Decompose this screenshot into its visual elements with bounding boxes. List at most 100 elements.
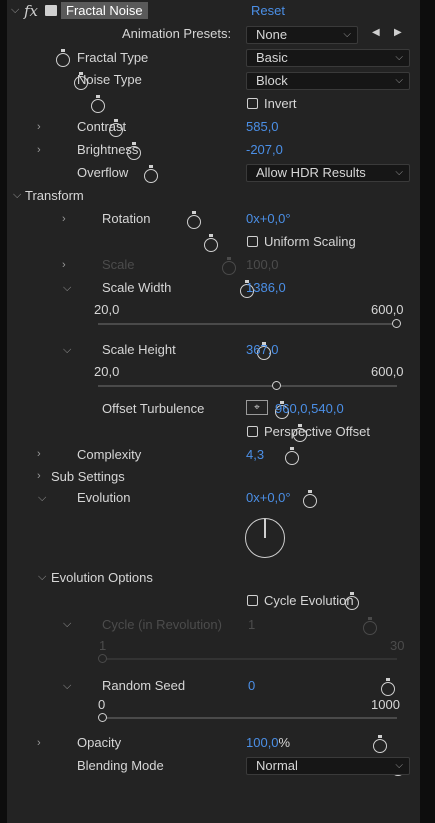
cycle-evolution-checkbox[interactable]: Cycle Evolution (247, 593, 354, 608)
fractal-type-value: Basic (256, 50, 288, 65)
evolution-dial[interactable] (245, 518, 285, 558)
twirl-right-icon[interactable]: › (37, 121, 41, 133)
animation-presets-value: None (256, 27, 288, 42)
scale-height-min: 20,0 (94, 364, 120, 379)
stopwatch-icon[interactable] (373, 735, 388, 753)
twirl-down-icon[interactable]: ⌵ (38, 571, 46, 584)
checkbox-icon[interactable] (247, 236, 258, 247)
twirl-right-icon[interactable]: › (37, 470, 41, 482)
crosshair-icon[interactable]: ⌖ (246, 400, 268, 415)
fx-toggle-icon[interactable]: fx (24, 2, 38, 20)
cycle-in-revolution-min: 1 (99, 638, 107, 653)
random-seed-max: 1000 (371, 697, 400, 712)
effect-icon (45, 5, 57, 16)
evolution-value[interactable]: 0x+0,0° (246, 490, 291, 505)
twirl-right-icon[interactable]: › (62, 213, 66, 225)
complexity-value[interactable]: 4,3 (246, 447, 264, 462)
previous-preset-icon[interactable]: ◀ (372, 27, 380, 38)
offset-turbulence-label: Offset Turbulence (102, 401, 205, 416)
rotation-value[interactable]: 0x+0,0° (246, 211, 291, 226)
chevron-down-icon: ⌵ (395, 760, 403, 771)
perspective-offset-label: Perspective Offset (264, 424, 370, 439)
opacity-value-group[interactable]: 100,0% (246, 735, 290, 750)
effect-name[interactable]: Fractal Noise (61, 2, 148, 19)
stopwatch-icon[interactable] (186, 211, 201, 229)
uniform-scaling-label: Uniform Scaling (264, 234, 356, 249)
scale-width-value[interactable]: 1386,0 (246, 280, 286, 295)
complexity-label: Complexity (77, 447, 142, 462)
overflow-dropdown[interactable]: Allow HDR Results ⌵ (246, 164, 410, 182)
uniform-scaling-checkbox[interactable]: Uniform Scaling (247, 234, 356, 249)
brightness-value[interactable]: -207,0 (246, 142, 283, 157)
twirl-down-icon: ⌵ (63, 618, 72, 630)
twirl-down-icon[interactable]: ⌵ (13, 189, 21, 202)
contrast-value[interactable]: 585,0 (246, 119, 279, 134)
effect-header: ⌵ fx Fractal Noise Reset (7, 2, 420, 22)
overflow-label: Overflow (77, 165, 129, 180)
evolution-options-label[interactable]: Evolution Options (51, 570, 153, 585)
stopwatch-icon[interactable] (204, 234, 219, 252)
effect-controls-panel: ⌵ fx Fractal Noise Reset Animation Prese… (7, 0, 420, 823)
stopwatch-icon[interactable] (144, 165, 159, 183)
twirl-down-icon[interactable]: ⌵ (38, 492, 46, 505)
contrast-label: Contrast (77, 119, 127, 134)
fractal-type-label: Fractal Type (77, 50, 149, 65)
stopwatch-icon[interactable] (302, 490, 317, 508)
stopwatch-icon[interactable] (91, 95, 106, 113)
sub-settings-label[interactable]: Sub Settings (51, 469, 125, 484)
scale-label: Scale (102, 257, 135, 272)
stopwatch-icon[interactable] (56, 49, 70, 67)
reset-link[interactable]: Reset (251, 3, 285, 18)
twirl-right-icon[interactable]: › (37, 144, 41, 156)
blending-mode-dropdown[interactable]: Normal ⌵ (246, 757, 410, 775)
checkbox-icon[interactable] (247, 98, 258, 109)
scale-width-label: Scale Width (102, 280, 172, 295)
evolution-label: Evolution (77, 490, 131, 505)
next-preset-icon[interactable]: ▶ (394, 27, 402, 38)
scale-height-slider[interactable] (98, 385, 397, 387)
blending-mode-value: Normal (256, 758, 298, 773)
twirl-right-icon[interactable]: › (37, 448, 41, 460)
opacity-value[interactable]: 100,0 (246, 735, 279, 750)
fractal-type-dropdown[interactable]: Basic ⌵ (246, 49, 410, 67)
chevron-down-icon: ⌵ (395, 52, 403, 63)
cycle-in-revolution-slider-knob (98, 654, 107, 663)
scale-height-slider-knob[interactable] (272, 381, 282, 390)
perspective-offset-checkbox[interactable]: Perspective Offset (247, 424, 370, 439)
overflow-value: Allow HDR Results (256, 165, 366, 180)
random-seed-min: 0 (98, 697, 106, 712)
twirl-down-icon[interactable]: ⌵ (63, 344, 71, 357)
twirl-down-icon[interactable]: ⌵ (11, 4, 19, 17)
animation-presets-dropdown[interactable]: None ⌵ (246, 26, 358, 44)
brightness-label: Brightness (77, 142, 139, 157)
scale-width-slider-knob[interactable] (392, 319, 401, 328)
random-seed-value[interactable]: 0 (248, 678, 255, 693)
scale-height-value[interactable]: 367,0 (246, 342, 279, 357)
scale-width-slider[interactable] (98, 323, 397, 325)
stopwatch-icon[interactable] (380, 678, 395, 696)
cycle-evolution-label: Cycle Evolution (264, 593, 354, 608)
checkbox-icon[interactable] (247, 595, 258, 606)
stopwatch-icon[interactable] (285, 447, 300, 465)
stopwatch-icon (222, 257, 236, 275)
transform-group-label[interactable]: Transform (25, 188, 84, 203)
scale-width-min: 20,0 (94, 302, 120, 317)
random-seed-slider[interactable] (103, 717, 397, 719)
scale-height-label: Scale Height (102, 342, 176, 357)
noise-type-dropdown[interactable]: Block ⌵ (246, 72, 410, 90)
animation-presets-label: Animation Presets: (122, 26, 232, 41)
offset-turbulence-value[interactable]: 960,0,540,0 (275, 401, 344, 416)
scale-value: 100,0 (246, 257, 279, 272)
stopwatch-icon (363, 617, 377, 635)
checkbox-icon[interactable] (247, 426, 258, 437)
twirl-down-icon[interactable]: ⌵ (63, 282, 71, 295)
invert-checkbox[interactable]: Invert (247, 96, 297, 111)
random-seed-label: Random Seed (102, 678, 186, 693)
noise-type-label: Noise Type (77, 72, 142, 87)
scale-height-max: 600,0 (371, 364, 404, 379)
cycle-in-revolution-value: 1 (248, 617, 256, 632)
twirl-down-icon[interactable]: ⌵ (63, 680, 71, 693)
twirl-right-icon[interactable]: › (37, 737, 41, 749)
random-seed-slider-knob[interactable] (98, 713, 107, 722)
cycle-in-revolution-label: Cycle (in Revolution) (102, 617, 222, 632)
